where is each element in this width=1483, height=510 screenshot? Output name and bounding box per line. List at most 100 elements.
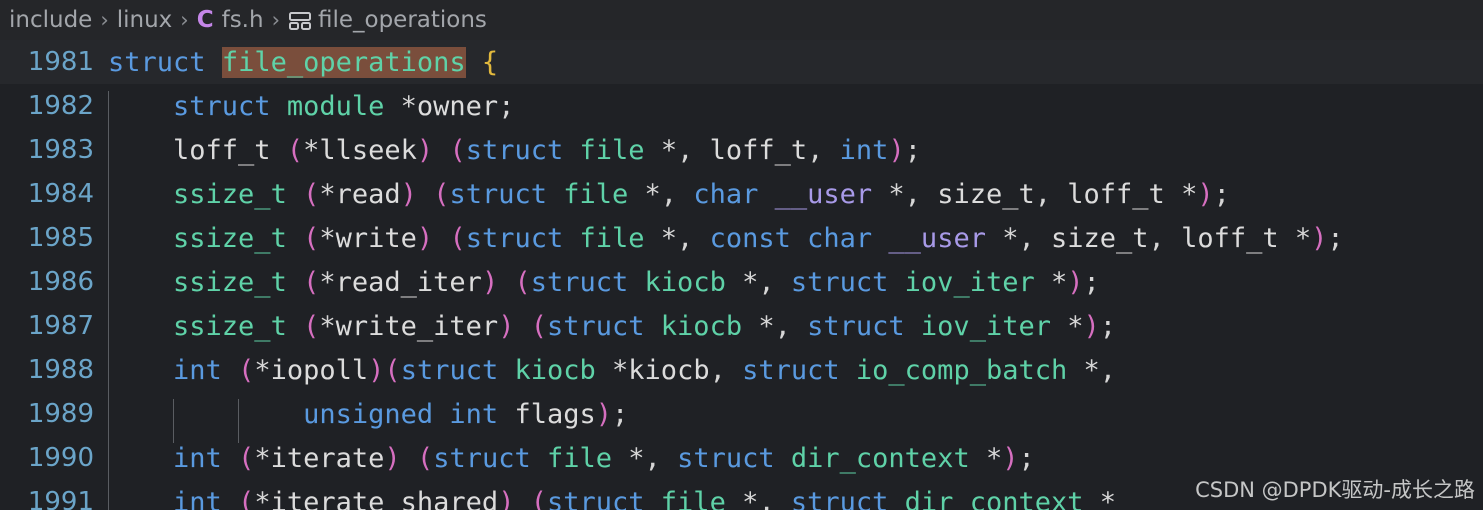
code-token: * <box>319 222 336 254</box>
code-token: ) <box>595 398 612 430</box>
code-token: ( <box>238 354 255 386</box>
line-content[interactable]: ssize_t (*write_iter) (struct kiocb *, s… <box>108 310 1483 355</box>
code-line[interactable]: 1987 ssize_t (*write_iter) (struct kiocb… <box>0 304 1483 355</box>
line-content[interactable]: int (*iterate_shared) (struct file *, st… <box>108 486 1483 510</box>
code-token: { <box>481 46 499 78</box>
code-token: __user <box>888 222 986 254</box>
code-token: iopoll <box>270 354 369 386</box>
code-token: ( <box>303 178 320 210</box>
code-token: kiocb <box>628 354 710 386</box>
code-token: ( <box>303 310 320 342</box>
code-editor[interactable]: 1981 struct file_operations { 1982 struct … <box>0 40 1483 510</box>
code-line[interactable]: 1983 loff_t (*llseek) (struct file *, lo… <box>0 128 1483 179</box>
code-line[interactable]: 1990 int (*iterate) (struct file *, stru… <box>0 436 1483 487</box>
code-token: ) <box>384 442 401 474</box>
code-token: struct <box>173 90 271 122</box>
code-token: ; <box>904 134 921 166</box>
code-token: struct <box>465 222 564 254</box>
code-token: iterate <box>270 442 385 474</box>
code-token: ( <box>303 266 320 298</box>
line-content[interactable]: ssize_t (*read_iter) (struct kiocb *, st… <box>108 266 1483 311</box>
code-line[interactable]: 1984 ssize_t (*read) (struct file *, cha… <box>0 172 1483 223</box>
line-content[interactable]: struct module *owner; <box>108 90 1483 135</box>
line-number: 1985 <box>27 223 94 253</box>
line-content[interactable]: loff_t (*llseek) (struct file *, loff_t,… <box>108 134 1483 179</box>
code-token: struct <box>530 266 629 298</box>
code-line[interactable]: 1991 int (*iterate_shared) (struct file … <box>0 480 1483 510</box>
code-token: *, <box>628 178 694 210</box>
breadcrumb: include › linux › Cfs.h › file_operations <box>0 0 1483 40</box>
breadcrumb-item-linux[interactable]: linux <box>114 7 176 33</box>
breadcrumb-item-label: linux <box>116 7 173 33</box>
code-token: ) <box>888 134 905 166</box>
c-file-icon: C <box>196 7 214 33</box>
code-token: *, <box>725 486 791 510</box>
code-token: file <box>547 442 613 474</box>
code-token: , <box>709 354 743 386</box>
line-number: 1981 <box>27 47 94 77</box>
breadcrumb-item-fs-h[interactable]: Cfs.h <box>194 7 267 33</box>
code-token: *, <box>872 178 938 210</box>
code-token: struct <box>108 46 206 78</box>
code-token: io_comp_batch <box>855 354 1068 386</box>
code-token: *, <box>1067 354 1117 386</box>
code-line[interactable]: 1986 ssize_t (*read_iter) (struct kiocb … <box>0 260 1483 311</box>
code-line[interactable]: 1988 int (*iopoll)(struct kiocb *kiocb, … <box>0 348 1483 399</box>
code-token: ( <box>416 442 434 474</box>
code-line[interactable]: 1989 unsigned int flags); <box>0 392 1483 443</box>
code-token: ( <box>433 178 450 210</box>
code-line[interactable]: 1982 struct module *owner; <box>0 84 1483 135</box>
code-line[interactable]: 1985 ssize_t (*write) (struct file *, co… <box>0 216 1483 267</box>
code-token: ) <box>1197 178 1214 210</box>
code-token: dir_context <box>904 486 1084 510</box>
code-token: ; <box>1018 442 1035 474</box>
code-token: int <box>173 354 222 386</box>
line-content[interactable]: struct file_operations { <box>108 46 1483 78</box>
code-token: struct <box>546 486 645 510</box>
code-token: size_t <box>1051 222 1149 254</box>
code-token: ( <box>384 354 401 386</box>
code-token: __user <box>774 178 873 210</box>
line-content[interactable]: int (*iopoll)(struct kiocb *kiocb, struc… <box>108 354 1483 399</box>
code-token: iov_iter <box>904 266 1035 298</box>
line-content[interactable]: ssize_t (*read) (struct file *, char __u… <box>108 178 1483 223</box>
breadcrumb-item-include[interactable]: include <box>6 7 95 33</box>
code-token: struct <box>546 310 645 342</box>
code-token: char <box>807 222 873 254</box>
indent-guide <box>108 486 109 510</box>
code-token: file <box>563 178 629 210</box>
code-token: kiocb <box>644 266 726 298</box>
line-content[interactable]: unsigned int flags); <box>108 398 1483 443</box>
breadcrumb-item-file-operations[interactable]: file_operations <box>285 7 490 33</box>
code-token: kiocb <box>660 310 743 342</box>
code-token: ssize_t <box>173 222 287 254</box>
code-token: kiocb <box>514 354 596 386</box>
code-token: *, <box>644 222 710 254</box>
code-token: *, <box>612 442 678 474</box>
code-line[interactable]: 1981 struct file_operations { <box>0 40 1483 84</box>
code-token: ; <box>1327 222 1344 254</box>
code-token: struct <box>400 354 499 386</box>
line-content[interactable]: ssize_t (*write) (struct file *, const c… <box>108 222 1483 267</box>
code-token: ) <box>481 266 499 298</box>
code-token: ; <box>498 90 515 122</box>
code-token: ( <box>530 310 547 342</box>
code-token: loff_t <box>1181 222 1279 254</box>
line-number: 1987 <box>27 311 94 341</box>
line-content[interactable]: int (*iterate) (struct file *, struct di… <box>108 442 1483 487</box>
